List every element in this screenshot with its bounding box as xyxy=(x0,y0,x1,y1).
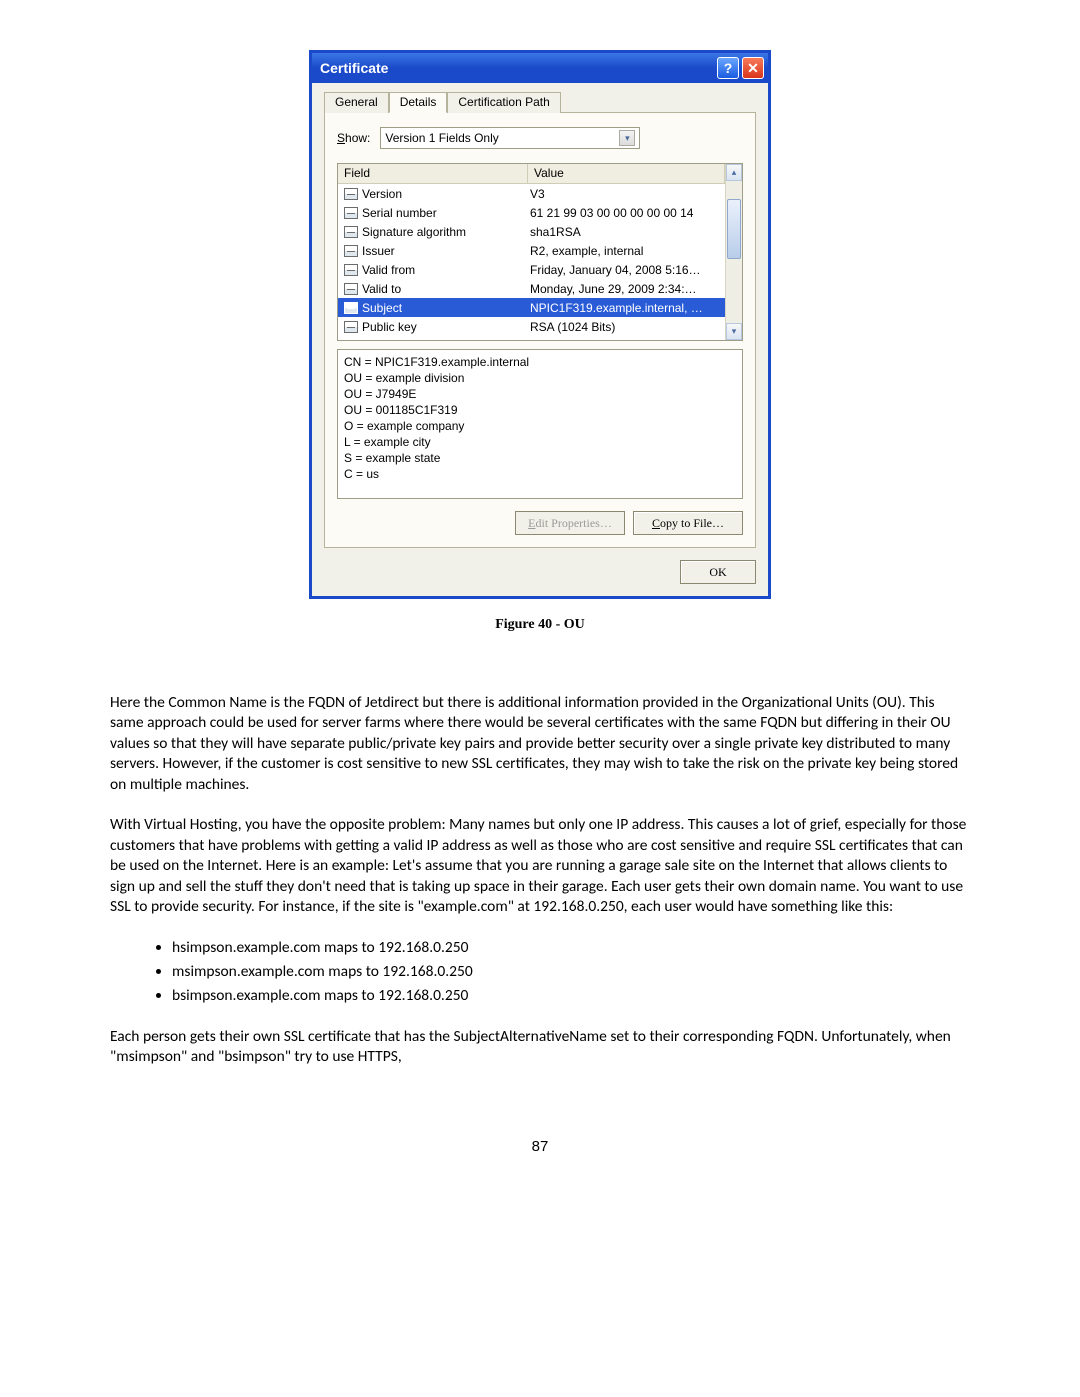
field-name: Signature algorithm xyxy=(362,225,466,239)
list-row[interactable]: Valid to Monday, June 29, 2009 2:34:… xyxy=(338,279,725,298)
list-item: msimpson.example.com maps to 192.168.0.2… xyxy=(172,962,970,982)
detail-textarea[interactable]: CN = NPIC1F319.example.internal OU = exa… xyxy=(337,349,743,499)
paragraph: Each person gets their own SSL certifica… xyxy=(110,1027,970,1068)
chevron-down-icon: ▾ xyxy=(619,130,635,146)
field-icon xyxy=(344,207,358,219)
tab-general[interactable]: General xyxy=(324,92,389,113)
show-dropdown-value: Version 1 Fields Only xyxy=(385,131,498,145)
copy-to-file-button[interactable]: Copy to File… xyxy=(633,511,743,535)
list-row[interactable]: Serial number 61 21 99 03 00 00 00 00 00 … xyxy=(338,203,725,222)
field-name: Issuer xyxy=(362,244,395,258)
list-row[interactable]: Public key RSA (1024 Bits) xyxy=(338,317,725,336)
list-row[interactable]: Subject NPIC1F319.example.internal, … xyxy=(338,298,725,317)
field-value: NPIC1F319.example.internal, … xyxy=(528,301,725,315)
show-dropdown[interactable]: Version 1 Fields Only ▾ xyxy=(380,127,640,149)
scroll-thumb[interactable] xyxy=(727,199,741,259)
column-value[interactable]: Value xyxy=(528,164,725,183)
field-value: Monday, June 29, 2009 2:34:… xyxy=(528,282,725,296)
fields-listbox[interactable]: Field Value Version V3 Serial number 61 21 … xyxy=(337,163,743,341)
field-name: Version xyxy=(362,187,402,201)
listbox-header: Field Value xyxy=(338,164,725,184)
field-value: Friday, January 04, 2008 5:16… xyxy=(528,263,725,277)
list-row[interactable]: Valid from Friday, January 04, 2008 5:16… xyxy=(338,260,725,279)
ok-button[interactable]: OK xyxy=(680,560,756,584)
field-icon xyxy=(344,245,358,257)
list-row[interactable]: Issuer R2, example, internal xyxy=(338,241,725,260)
field-icon xyxy=(344,283,358,295)
show-label: Show: xyxy=(337,131,370,145)
column-field[interactable]: Field xyxy=(338,164,528,183)
field-icon xyxy=(344,302,358,314)
details-panel: Show: Version 1 Fields Only ▾ Field Valu… xyxy=(324,113,756,548)
scroll-down-icon[interactable]: ▾ xyxy=(726,323,742,340)
tab-certification-path[interactable]: Certification Path xyxy=(447,92,560,113)
scrollbar[interactable]: ▴ ▾ xyxy=(725,164,742,340)
paragraph: With Virtual Hosting, you have the oppos… xyxy=(110,815,970,917)
field-icon xyxy=(344,188,358,200)
field-value: RSA (1024 Bits) xyxy=(528,320,725,334)
field-name: Subject xyxy=(362,301,402,315)
list-item: hsimpson.example.com maps to 192.168.0.2… xyxy=(172,938,970,958)
field-value: sha1RSA xyxy=(528,225,725,239)
page-number: 87 xyxy=(110,1138,970,1155)
tab-bar: General Details Certification Path xyxy=(324,91,756,113)
field-icon xyxy=(344,264,358,276)
help-button[interactable]: ? xyxy=(717,57,739,79)
bullet-list: hsimpson.example.com maps to 192.168.0.2… xyxy=(172,938,970,1007)
document-body: Here the Common Name is the FQDN of Jetd… xyxy=(110,693,970,1068)
scroll-up-icon[interactable]: ▴ xyxy=(726,164,742,181)
edit-properties-button: Edit Properties… xyxy=(515,511,625,535)
field-name: Valid to xyxy=(362,282,401,296)
field-value: V3 xyxy=(528,187,725,201)
list-item: bsimpson.example.com maps to 192.168.0.2… xyxy=(172,986,970,1006)
tab-details[interactable]: Details xyxy=(389,92,448,113)
field-value: 61 21 99 03 00 00 00 00 00 14 xyxy=(528,206,725,220)
field-value: R2, example, internal xyxy=(528,244,725,258)
figure-caption: Figure 40 - OU xyxy=(110,617,970,633)
close-button[interactable]: ✕ xyxy=(742,57,764,79)
field-name: Serial number xyxy=(362,206,437,220)
field-icon xyxy=(344,321,358,333)
window-title: Certificate xyxy=(320,60,714,76)
list-row[interactable]: Version V3 xyxy=(338,184,725,203)
field-name: Valid from xyxy=(362,263,415,277)
paragraph: Here the Common Name is the FQDN of Jetd… xyxy=(110,693,970,795)
certificate-dialog: Certificate ? ✕ General Details Certific… xyxy=(309,50,771,599)
titlebar[interactable]: Certificate ? ✕ xyxy=(312,53,768,83)
field-icon xyxy=(344,226,358,238)
field-name: Public key xyxy=(362,320,417,334)
list-row[interactable]: Signature algorithm sha1RSA xyxy=(338,222,725,241)
scroll-track[interactable] xyxy=(726,181,742,323)
